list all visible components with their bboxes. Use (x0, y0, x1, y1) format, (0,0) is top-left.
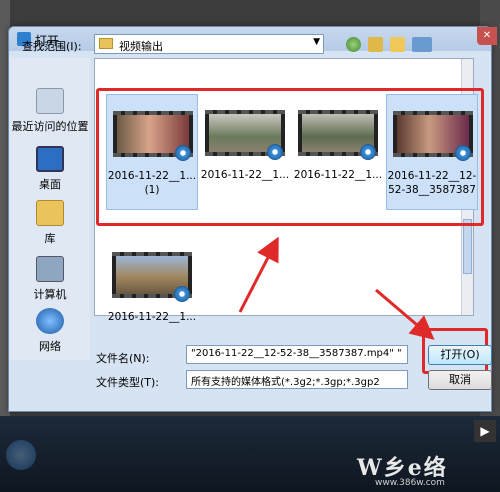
place-computer[interactable]: 计算机 (10, 256, 90, 302)
look-in-dropdown[interactable]: 视频输出 ▼ (94, 34, 324, 54)
place-recent[interactable]: 最近访问的位置 (10, 88, 90, 134)
filename-input[interactable]: "2016-11-22__12-52-38__3587387.mp4" " (186, 345, 408, 364)
up-folder-icon[interactable] (368, 37, 383, 52)
places-bar: 最近访问的位置 桌面 库 计算机 网络 (10, 58, 90, 360)
watermark-url: www.386w.com (375, 478, 445, 488)
place-desktop[interactable]: 桌面 (10, 146, 90, 192)
libraries-icon (36, 200, 64, 226)
desktop-icon (36, 146, 64, 172)
look-in-value: 视频输出 (119, 40, 163, 53)
watermark: W乡e络 www.386w.com (345, 450, 495, 490)
filetype-label: 文件类型(T): (96, 376, 160, 389)
place-label: 最近访问的位置 (11, 120, 89, 133)
media-player-icon (174, 286, 190, 302)
filetype-select[interactable]: 所有支持的媒体格式(*.3g2;*.3gp;*.3gp2 (186, 370, 408, 389)
file-tile[interactable]: 2016-11-22__1... (106, 236, 198, 352)
file-name: 2016-11-22__1... (107, 311, 197, 323)
place-label: 计算机 (33, 288, 67, 301)
close-button[interactable]: ✕ (477, 27, 497, 45)
new-folder-icon[interactable] (390, 37, 405, 52)
cancel-button[interactable]: 取消 (428, 370, 492, 390)
open-button[interactable]: 打开(O) (428, 345, 492, 365)
place-libraries[interactable]: 库 (10, 200, 90, 246)
back-icon[interactable] (346, 37, 361, 52)
place-label: 桌面 (39, 178, 61, 191)
network-icon (36, 308, 64, 334)
place-network[interactable]: 网络 (10, 308, 90, 354)
computer-icon (36, 256, 64, 282)
start-orb-icon[interactable] (6, 440, 36, 470)
place-label: 网络 (39, 340, 61, 353)
highlight-box-files (96, 88, 484, 226)
scrollbar-thumb[interactable] (463, 219, 472, 274)
look-in-label: 查找范围(I): (22, 40, 82, 53)
folder-icon (99, 38, 113, 49)
chevron-down-icon: ▼ (313, 37, 320, 47)
place-label: 库 (44, 232, 56, 245)
view-menu-icon[interactable] (412, 37, 432, 52)
play-icon[interactable]: ▶ (474, 420, 496, 442)
filename-label: 文件名(N): (96, 352, 150, 365)
recent-places-icon (36, 88, 64, 114)
